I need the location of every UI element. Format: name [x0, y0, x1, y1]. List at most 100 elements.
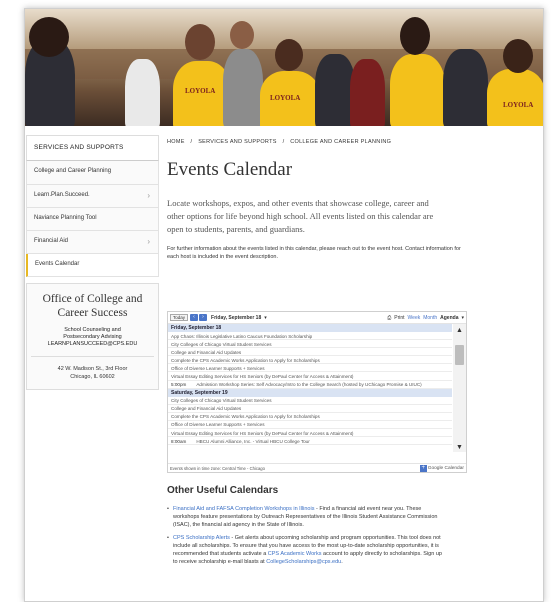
calendar-scrollbar[interactable]: ▲ ▼: [453, 324, 466, 452]
plus-icon[interactable]: +: [419, 465, 427, 472]
address-line1: 42 W. Madison St., 3rd Floor: [57, 366, 128, 372]
scroll-up-icon[interactable]: ▲: [456, 327, 463, 334]
office-title: Office of College and Career Success: [42, 293, 143, 319]
scholarships-email-link[interactable]: CollegeScholarships@cps.edu: [266, 559, 341, 565]
print-button[interactable]: Print: [394, 315, 404, 321]
sidebar-item-label: Events Calendar: [35, 261, 80, 267]
sidebar: SERVICES AND SUPPORTS College and Career…: [26, 135, 159, 390]
events-calendar-widget: Today ‹ › Friday, September 18 ▾ ⎙ Print…: [167, 311, 467, 473]
chevron-down-icon[interactable]: ▾: [461, 315, 464, 321]
calendar-footer: Events shown in time zone: Central Time …: [168, 463, 466, 473]
agenda-event[interactable]: City Colleges of Chicago Virtual Student…: [168, 397, 452, 405]
main-content: HOME / SERVICES AND SUPPORTS / COLLEGE A…: [167, 139, 537, 565]
page-title: Events Calendar: [167, 159, 293, 180]
event-title: Complete the CPS Academic Works Applicat…: [171, 357, 320, 363]
chevron-right-icon[interactable]: ›: [147, 237, 150, 246]
sidebar-heading: SERVICES AND SUPPORTS: [26, 135, 159, 161]
sidebar-item-naviance[interactable]: Naviance Planning Tool: [26, 208, 159, 231]
event-title: HBCU Alumni Alliance, Inc. - Virtual HBC…: [196, 438, 310, 444]
office-card: Office of College and Career Success Sch…: [26, 283, 159, 390]
event-title: Virtual Essay Editing Services for HS Se…: [171, 430, 354, 436]
other-calendars-section: Other Useful Calendars Financial Aid and…: [167, 485, 442, 571]
sidebar-item-learn-plan-succeed[interactable]: Learn.Plan.Succeed. ›: [26, 185, 159, 208]
next-icon[interactable]: ›: [199, 314, 208, 321]
address-line2: Chicago, IL 60602: [70, 374, 115, 380]
breadcrumb-college-career[interactable]: COLLEGE AND CAREER PLANNING: [290, 139, 391, 145]
other-calendars-list: Financial Aid and FAFSA Completion Works…: [167, 505, 442, 566]
google-calendar-button[interactable]: + Google Calendar: [419, 465, 464, 472]
view-agenda[interactable]: Agenda: [440, 315, 458, 321]
office-email[interactable]: LEARNPLANSUCCEED@CPS.EDU: [31, 341, 154, 348]
hero-person: [487, 69, 543, 126]
agenda-event[interactable]: Office of Diverse Learner Supports + Ser…: [168, 364, 452, 373]
timezone-note: Events shown in time zone: Central Time …: [170, 466, 265, 471]
other-calendars-title: Other Useful Calendars: [167, 485, 279, 496]
sidebar-item-label: Naviance Planning Tool: [34, 215, 97, 221]
breadcrumb-separator: /: [190, 139, 193, 145]
event-title: Office of Diverse Learner Supports + Ser…: [171, 365, 265, 371]
hero-person: [350, 59, 385, 126]
fafsa-workshops-link[interactable]: Financial Aid and FAFSA Completion Works…: [173, 506, 314, 512]
list-item: Financial Aid and FAFSA Completion Works…: [167, 505, 442, 529]
office-sub-line2: Postsecondary Advising: [63, 334, 122, 340]
google-calendar-label[interactable]: Google Calendar: [428, 466, 464, 471]
breadcrumb-separator: /: [282, 139, 285, 145]
sidebar-item-events-calendar[interactable]: Events Calendar: [26, 254, 159, 277]
hero-head: [400, 17, 430, 55]
academic-works-link[interactable]: CPS Academic Works: [268, 551, 322, 557]
sidebar-item-college-career-planning[interactable]: College and Career Planning: [26, 161, 159, 185]
hero-person: [223, 49, 263, 126]
print-icon[interactable]: ⎙: [387, 315, 391, 321]
office-address: 42 W. Madison St., 3rd Floor Chicago, IL…: [31, 356, 154, 381]
hero-person: [443, 49, 488, 126]
hero-head: [185, 24, 215, 60]
hero-head: [230, 21, 254, 49]
office-subtitle: School Counseling and Postsecondary Advi…: [31, 327, 154, 348]
breadcrumb: HOME / SERVICES AND SUPPORTS / COLLEGE A…: [167, 139, 537, 145]
scrollbar-thumb[interactable]: [455, 345, 464, 365]
view-month[interactable]: Month: [423, 315, 437, 321]
breadcrumb-services[interactable]: SERVICES AND SUPPORTS: [198, 139, 277, 145]
page-frame: LOYOLA LOYOLA LOYOLA SERVICES AND SUPPOR…: [24, 8, 544, 602]
agenda-event[interactable]: College and Financial Aid Updates: [168, 348, 452, 357]
agenda-event[interactable]: City Colleges of Chicago Virtual Student…: [168, 340, 452, 349]
hero-photo: LOYOLA LOYOLA LOYOLA: [25, 9, 543, 126]
event-title: App Chaos: Illinois Legislative Latino C…: [171, 333, 313, 339]
prev-icon[interactable]: ‹: [190, 314, 199, 321]
office-sub-line1: School Counseling and: [64, 327, 121, 333]
agenda-event[interactable]: 8:00am HBCU Alumni Alliance, Inc. - Virtu…: [168, 437, 452, 446]
note-text: For further information about the events…: [167, 246, 461, 260]
event-title: Office of Diverse Learner Supports + Ser…: [171, 422, 265, 428]
calendar-date-label[interactable]: Friday, September 18: [211, 315, 261, 321]
breadcrumb-home[interactable]: HOME: [167, 139, 185, 145]
agenda-event[interactable]: App Chaos: Illinois Legislative Latino C…: [168, 332, 452, 341]
hero-person: [315, 54, 355, 126]
sidebar-item-financial-aid[interactable]: Financial Aid ›: [26, 231, 159, 254]
chevron-down-icon[interactable]: ▾: [264, 315, 267, 321]
agenda-event[interactable]: College and Financial Aid Updates: [168, 405, 452, 413]
agenda-event[interactable]: Complete the CPS Academic Works Applicat…: [168, 413, 452, 421]
intro-text: Locate workshops, expos, and other event…: [167, 198, 434, 234]
agenda-event[interactable]: Complete the CPS Academic Works Applicat…: [168, 356, 452, 365]
day-heading: Saturday, September 19: [168, 388, 452, 397]
event-title: City Colleges of Chicago Virtual Student…: [171, 398, 272, 404]
event-time: 8:00am: [171, 438, 187, 444]
shirt-text: LOYOLA: [270, 94, 301, 102]
sidebar-item-label: Financial Aid: [34, 238, 69, 244]
agenda-event[interactable]: Office of Diverse Learner Supports + Ser…: [168, 421, 452, 430]
hero-head: [29, 17, 69, 57]
hero-person: [390, 54, 445, 126]
agenda-event[interactable]: Virtual Essay Editing Services for HS Se…: [168, 372, 452, 381]
sidebar-item-label: College and Career Planning: [34, 168, 112, 174]
event-title: Virtual Essay Editing Services for HS Se…: [171, 373, 354, 379]
today-button[interactable]: Today: [170, 314, 189, 321]
day-heading: Friday, September 18: [168, 324, 452, 332]
event-title: College and Financial Aid Updates: [171, 349, 242, 355]
agenda-event[interactable]: 5:00pm Admission Workshop Series: Self Ad…: [168, 381, 452, 389]
view-week[interactable]: Week: [408, 315, 421, 321]
chevron-right-icon[interactable]: ›: [147, 191, 150, 200]
agenda-event[interactable]: Virtual Essay Editing Services for HS Se…: [168, 429, 452, 438]
scholarship-alerts-link[interactable]: CPS Scholarship Alerts: [173, 535, 230, 541]
sidebar-item-label: Learn.Plan.Succeed.: [34, 192, 90, 198]
scroll-down-icon[interactable]: ▼: [456, 444, 463, 451]
